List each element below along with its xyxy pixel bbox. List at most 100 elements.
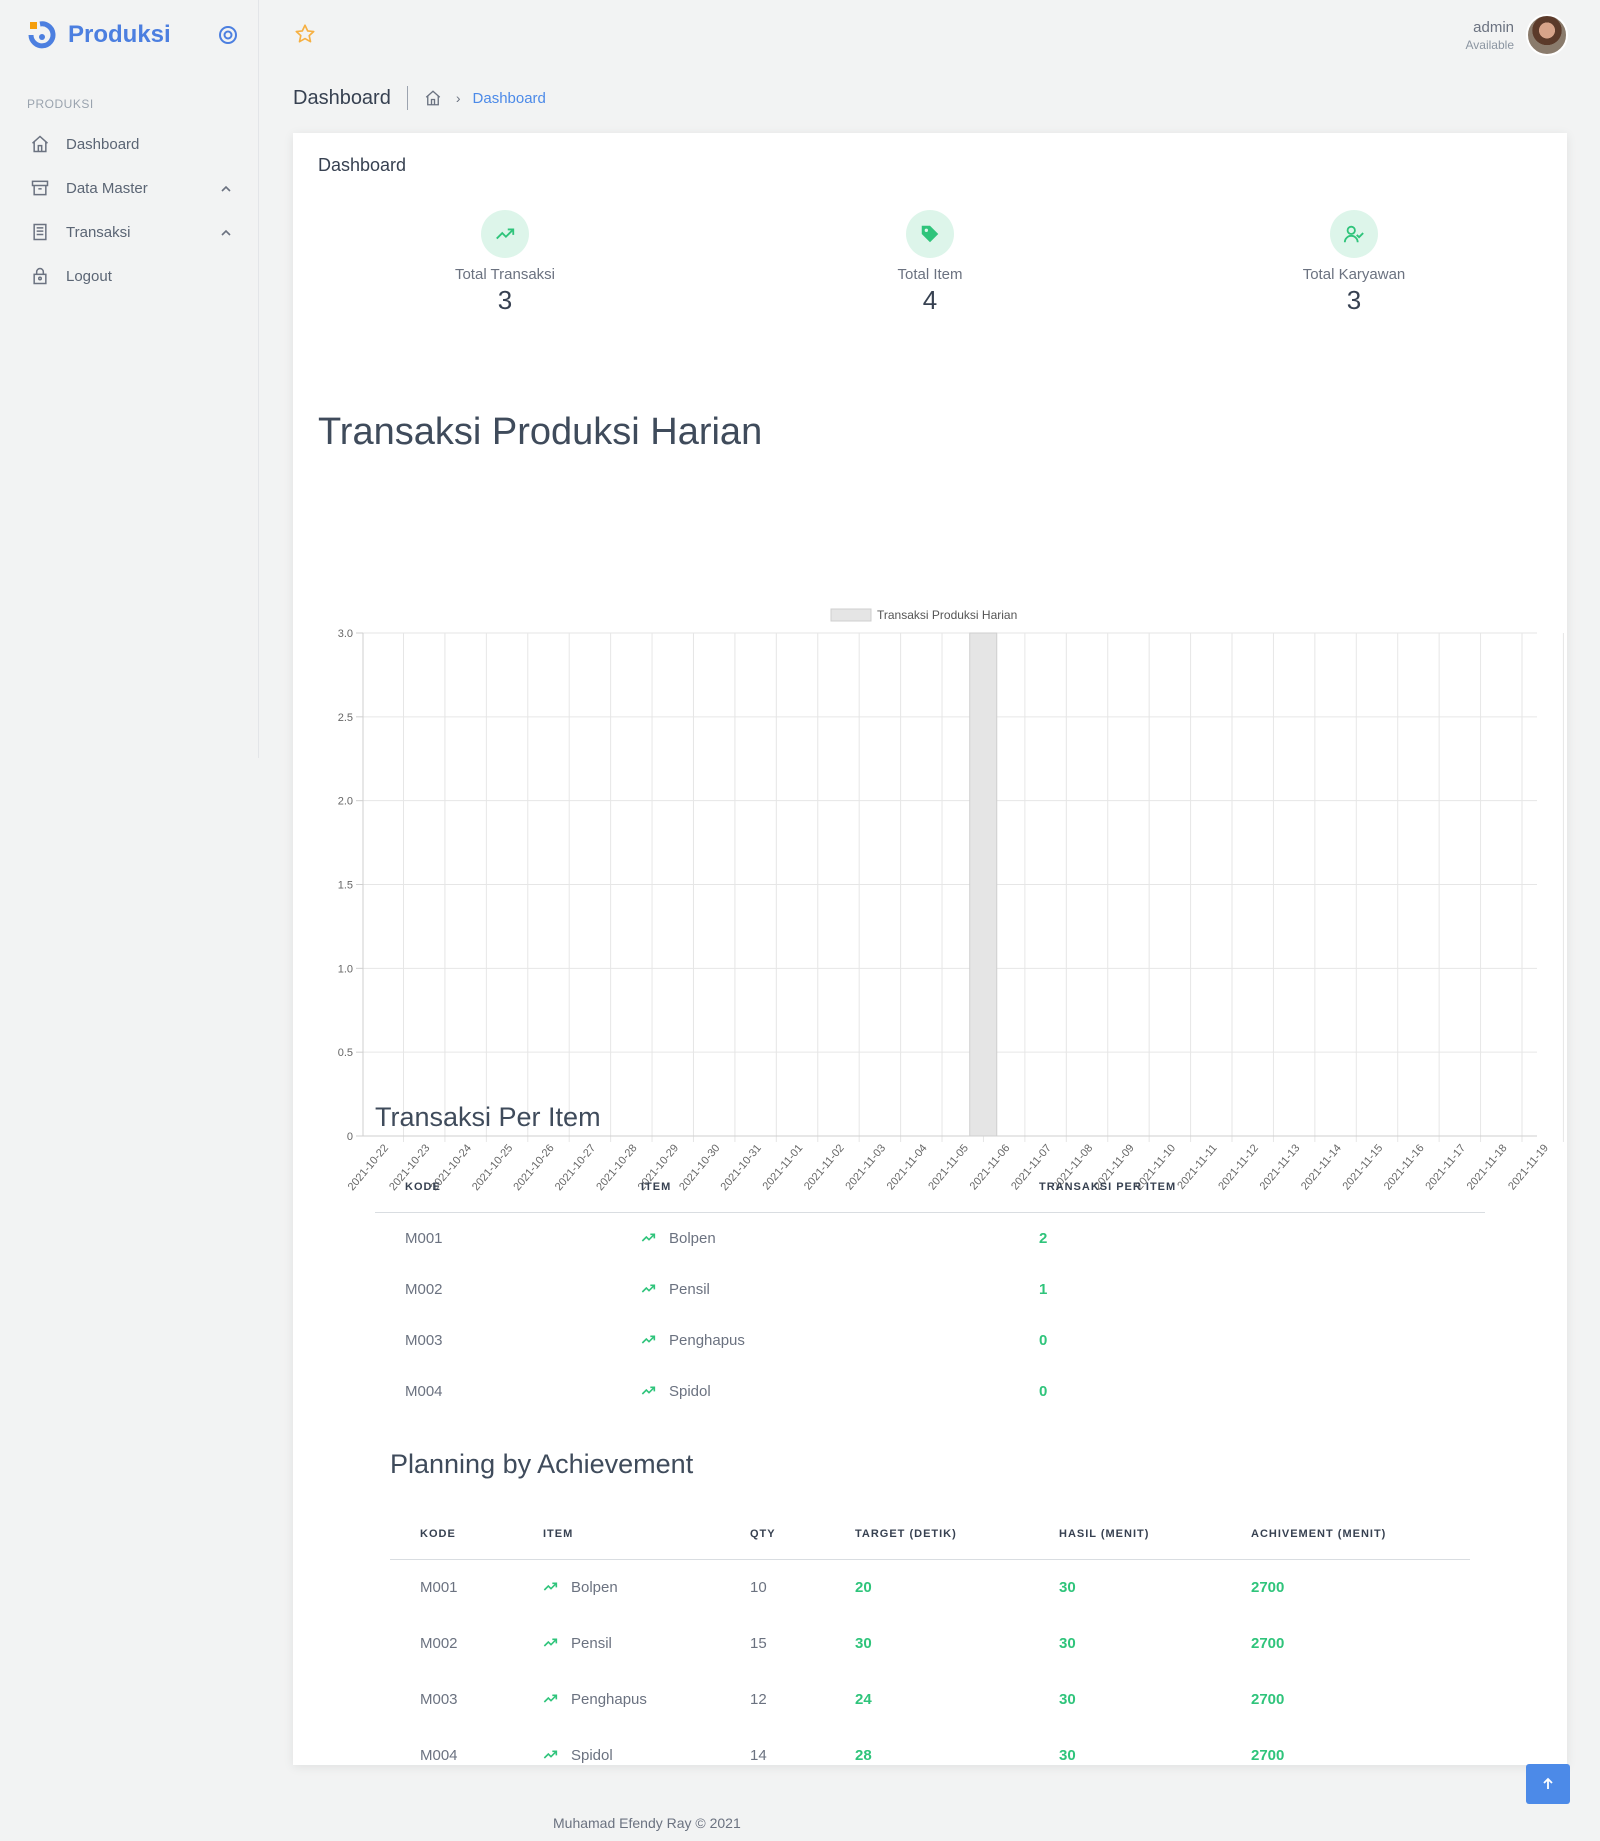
user-check-icon (1330, 210, 1378, 258)
stat-label: Total Item (897, 266, 963, 283)
brand-logo-icon (28, 20, 56, 50)
arrow-up-icon (1543, 1777, 1553, 1789)
breadcrumb-current[interactable]: Dashboard (473, 90, 546, 107)
achievement-cell: 2700 (1251, 1746, 1285, 1764)
sidebar-item-transaksi[interactable]: Transaksi (0, 210, 259, 254)
item-cell: Pensil (513, 1615, 720, 1671)
column-header: KODE (390, 1509, 513, 1560)
user-status: Available (1465, 37, 1514, 52)
column-header: TRANSAKSI PER ITEM (1009, 1162, 1485, 1213)
planning-table: KODE ITEM QTY TARGET (DETIK) HASIL (MENI… (390, 1509, 1470, 1783)
hasil-cell: 30 (1059, 1690, 1076, 1708)
item-cell: Spidol (513, 1727, 720, 1783)
y-tick-label: 0.5 (338, 1047, 353, 1059)
qty-cell: 14 (750, 1746, 767, 1764)
sidebar-item-label: Dashboard (66, 135, 140, 153)
trending-up-icon (543, 1635, 571, 1652)
achievement-cell: 2700 (1251, 1690, 1285, 1708)
column-header: TARGET (DETIK) (825, 1509, 1029, 1560)
star-icon[interactable] (294, 23, 316, 45)
item-name: Bolpen (669, 1229, 716, 1247)
item-name: Pensil (571, 1634, 612, 1652)
table-row: M001 Bolpen 2 (375, 1212, 1485, 1264)
per-item-table: KODE ITEM TRANSAKSI PER ITEM M001 Bolpen 2… (375, 1162, 1485, 1417)
user-name: admin (1473, 18, 1514, 36)
card-title: Dashboard (318, 155, 407, 175)
column-header: HASIL (MENIT) (1029, 1509, 1221, 1560)
trending-up-icon (543, 1747, 571, 1764)
achievement-cell: 2700 (1251, 1578, 1285, 1596)
trending-up-icon (641, 1332, 669, 1349)
target-cell: 20 (855, 1578, 872, 1596)
kode-cell: M001 (405, 1229, 443, 1247)
y-tick-label: 1.5 (338, 880, 353, 892)
hasil-cell: 30 (1059, 1634, 1076, 1652)
kode-cell: M003 (405, 1332, 443, 1349)
sidebar-item-logout[interactable]: Logout (0, 254, 259, 298)
kode-cell: M002 (405, 1281, 443, 1298)
column-header: QTY (720, 1509, 825, 1560)
sidebar-section-label: PRODUKSI (27, 97, 94, 111)
brand[interactable]: Produksi (28, 20, 171, 50)
per-item-title: Transaksi Per Item (375, 1102, 601, 1132)
item-name: Spidol (571, 1746, 613, 1764)
item-cell: Pensil (611, 1264, 1009, 1315)
target-cell: 30 (855, 1634, 872, 1652)
column-header: ITEM (611, 1162, 1009, 1213)
item-cell: Penghapus (611, 1315, 1009, 1366)
sidebar-toggle-icon[interactable] (218, 25, 238, 45)
item-name: Bolpen (571, 1578, 618, 1596)
scroll-to-top-button[interactable] (1526, 1764, 1570, 1804)
column-header: ITEM (513, 1509, 720, 1560)
trending-up-icon (543, 1691, 571, 1708)
trending-up-icon (543, 1579, 571, 1596)
home-icon[interactable] (424, 89, 442, 107)
avatar[interactable] (1526, 14, 1568, 56)
table-row: M002 Pensil 15 30 30 2700 (390, 1615, 1470, 1671)
count-cell: 2 (1039, 1229, 1048, 1247)
qty-cell: 12 (750, 1690, 767, 1708)
kode-cell: M001 (420, 1578, 458, 1596)
breadcrumb-divider (406, 86, 408, 110)
count-cell: 1 (1039, 1281, 1048, 1298)
achievement-cell: 2700 (1251, 1634, 1285, 1652)
sidebar-item-data-master[interactable]: Data Master (0, 166, 259, 210)
item-cell: Penghapus (513, 1671, 720, 1727)
kode-cell: M002 (420, 1634, 458, 1652)
item-name: Penghapus (571, 1690, 647, 1708)
table-header-row: KODE ITEM QTY TARGET (DETIK) HASIL (MENI… (390, 1509, 1470, 1560)
sidebar: Produksi PRODUKSI Dashboard Data Master … (0, 0, 259, 758)
kode-cell: M003 (420, 1690, 458, 1708)
qty-cell: 10 (750, 1578, 767, 1596)
chevron-up-icon[interactable] (220, 182, 232, 194)
stat-value: 3 (1346, 285, 1362, 315)
user-menu[interactable]: admin Available (1466, 14, 1568, 56)
trending-up-icon (641, 1281, 669, 1298)
planning-title: Planning by Achievement (390, 1449, 694, 1479)
target-cell: 24 (855, 1690, 872, 1708)
sidebar-item-label: Transaksi (66, 223, 131, 241)
table-row: M003 Penghapus 0 (375, 1315, 1485, 1366)
stat-total-item: Total Item 4 (830, 210, 1030, 316)
qty-cell: 15 (750, 1634, 767, 1652)
user-info: admin Available (1466, 19, 1514, 52)
item-cell: Bolpen (611, 1212, 1009, 1264)
stat-value: 4 (922, 285, 938, 315)
chevron-right-icon: › (455, 90, 461, 106)
archive-icon (30, 178, 50, 198)
table-row: M002 Pensil 1 (375, 1264, 1485, 1315)
y-tick-label: 2.5 (338, 712, 353, 724)
column-header: ACHIVEMENT (MENIT) (1221, 1509, 1470, 1560)
item-cell: Bolpen (513, 1559, 720, 1615)
chevron-up-icon[interactable] (220, 226, 232, 238)
count-cell: 0 (1039, 1383, 1048, 1400)
x-tick-label: 2021-11-19 (1506, 1142, 1551, 1192)
stat-label: Total Karyawan (1302, 266, 1406, 283)
dashboard-card: Dashboard Total Transaksi 3 Total Item 4… (293, 133, 1567, 1765)
hasil-cell: 30 (1059, 1746, 1076, 1764)
table-row: M004 Spidol 0 (375, 1366, 1485, 1417)
breadcrumb: Dashboard › Dashboard (293, 86, 546, 110)
sidebar-item-dashboard[interactable]: Dashboard (0, 122, 259, 166)
item-name: Spidol (669, 1383, 711, 1400)
trending-up-icon (641, 1230, 669, 1247)
